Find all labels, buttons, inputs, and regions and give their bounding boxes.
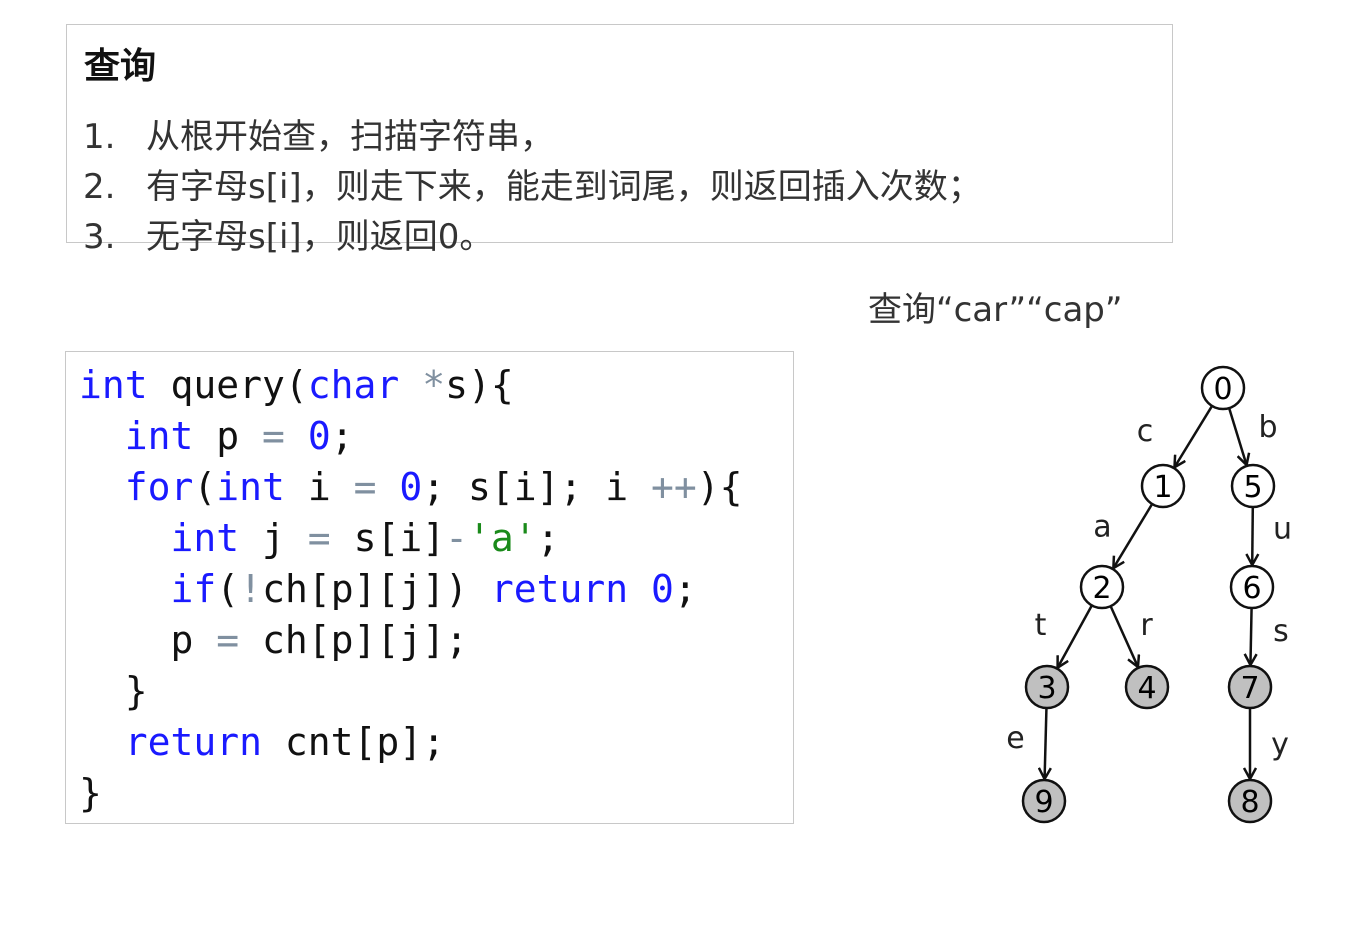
- trie-node-6: 6: [1229, 564, 1275, 610]
- trie-node-label: 8: [1240, 785, 1259, 820]
- trie-node-2: 2: [1079, 564, 1125, 610]
- trie-edge-6-7: [1250, 607, 1251, 665]
- trie-edge-2-3: [1058, 604, 1093, 667]
- trie-edge-5-6: [1252, 506, 1253, 565]
- trie-node-label: 3: [1037, 671, 1056, 706]
- trie-node-9: 9: [1021, 778, 1067, 824]
- trie-edge-0-1: [1174, 405, 1214, 467]
- trie-edge-1-2: [1113, 503, 1154, 568]
- trie-node-1: 1: [1140, 463, 1186, 509]
- trie-node-3: 3: [1024, 664, 1070, 710]
- trie-edge-label: s: [1273, 614, 1289, 649]
- trie-edge-0-5: [1227, 407, 1246, 465]
- trie-node-label: 0: [1213, 372, 1232, 407]
- trie-node-label: 1: [1153, 470, 1172, 505]
- trie-node-label: 9: [1034, 785, 1053, 820]
- trie-diagram: c b a u t r s e y 0 1 5 2 6 3 4 7 9 8: [1006, 365, 1292, 824]
- trie-edge-label: c: [1137, 414, 1154, 449]
- trie-edge-2-4: [1109, 605, 1138, 667]
- trie-node-7: 7: [1227, 664, 1273, 710]
- trie-node-label: 6: [1242, 571, 1261, 606]
- trie-edge-label: a: [1093, 510, 1111, 545]
- trie-node-8: 8: [1227, 778, 1273, 824]
- trie-edge-label: b: [1258, 410, 1277, 445]
- trie-edge-label: t: [1035, 608, 1047, 643]
- trie-node-5: 5: [1230, 463, 1276, 509]
- trie-node-0: 0: [1200, 365, 1246, 411]
- trie-node-label: 7: [1240, 671, 1259, 706]
- trie-edge-label: u: [1273, 512, 1292, 547]
- trie-node-label: 4: [1137, 671, 1156, 706]
- trie-node-label: 5: [1243, 470, 1262, 505]
- trie-edge-3-9: [1045, 707, 1047, 779]
- trie-node-4: 4: [1124, 664, 1170, 710]
- trie-edge-label: y: [1271, 727, 1289, 762]
- trie-node-label: 2: [1092, 571, 1111, 606]
- trie-edge-label: e: [1006, 721, 1024, 756]
- trie-edge-label: r: [1140, 608, 1153, 643]
